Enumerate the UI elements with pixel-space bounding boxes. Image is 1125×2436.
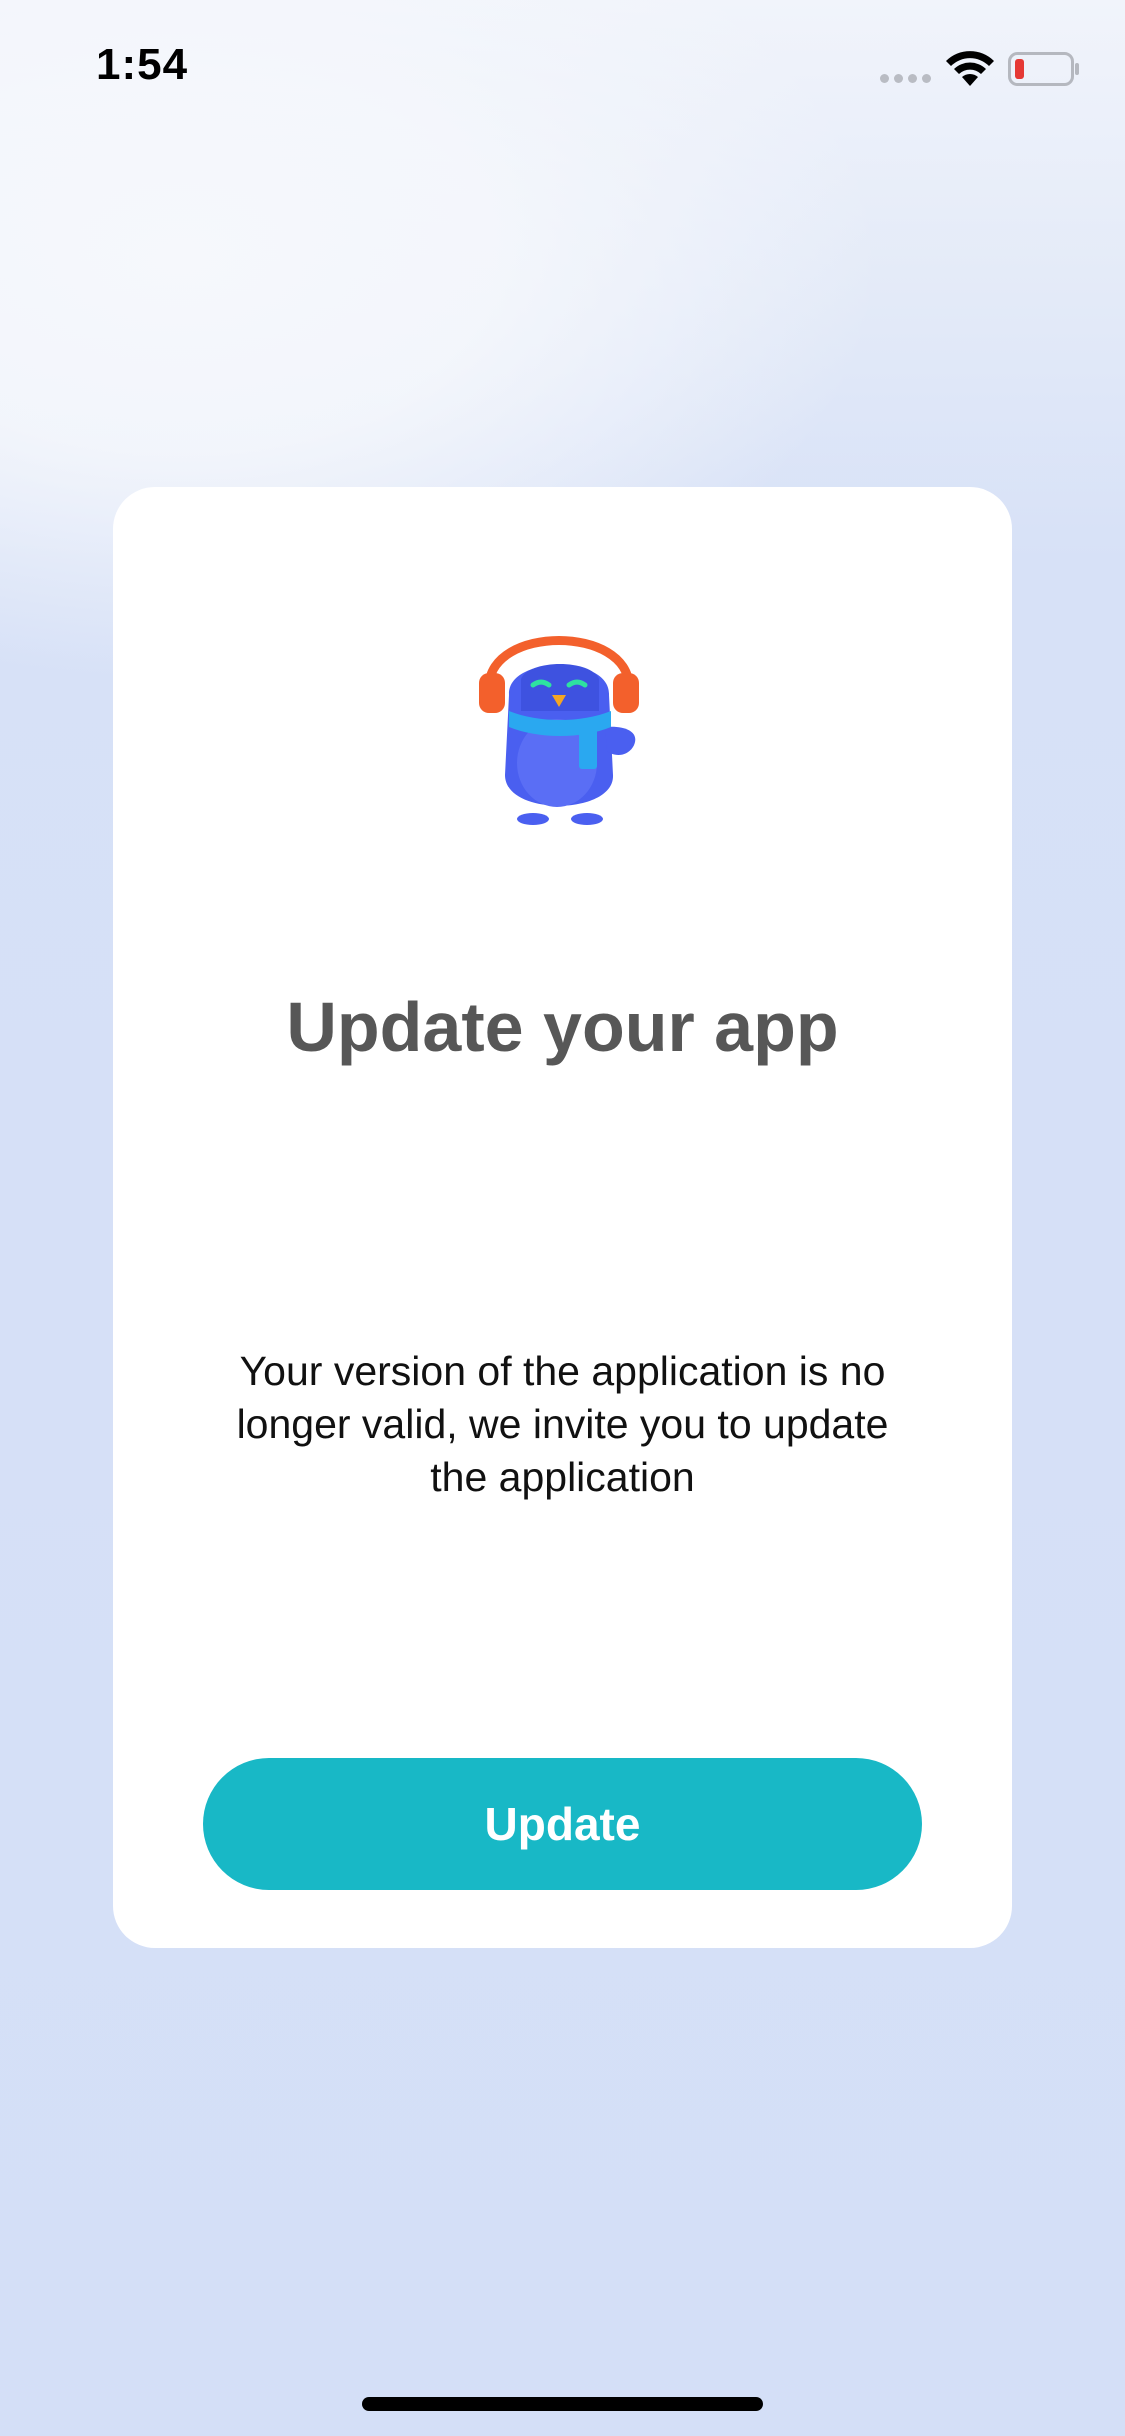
status-bar: 1:54	[0, 0, 1125, 140]
dialog-message: Your version of the application is no lo…	[236, 1348, 889, 1500]
battery-icon	[1008, 52, 1079, 86]
home-indicator[interactable]	[362, 2397, 763, 2411]
signal-icon	[880, 74, 932, 84]
penguin-mascot-icon	[479, 636, 639, 825]
update-button[interactable]: Update	[203, 1758, 922, 1890]
wifi-icon	[946, 51, 994, 86]
dialog-title: Update your app	[286, 988, 839, 1066]
status-time: 1:54	[96, 40, 189, 89]
update-dialog: Update your app Your version of the appl…	[113, 487, 1012, 1948]
